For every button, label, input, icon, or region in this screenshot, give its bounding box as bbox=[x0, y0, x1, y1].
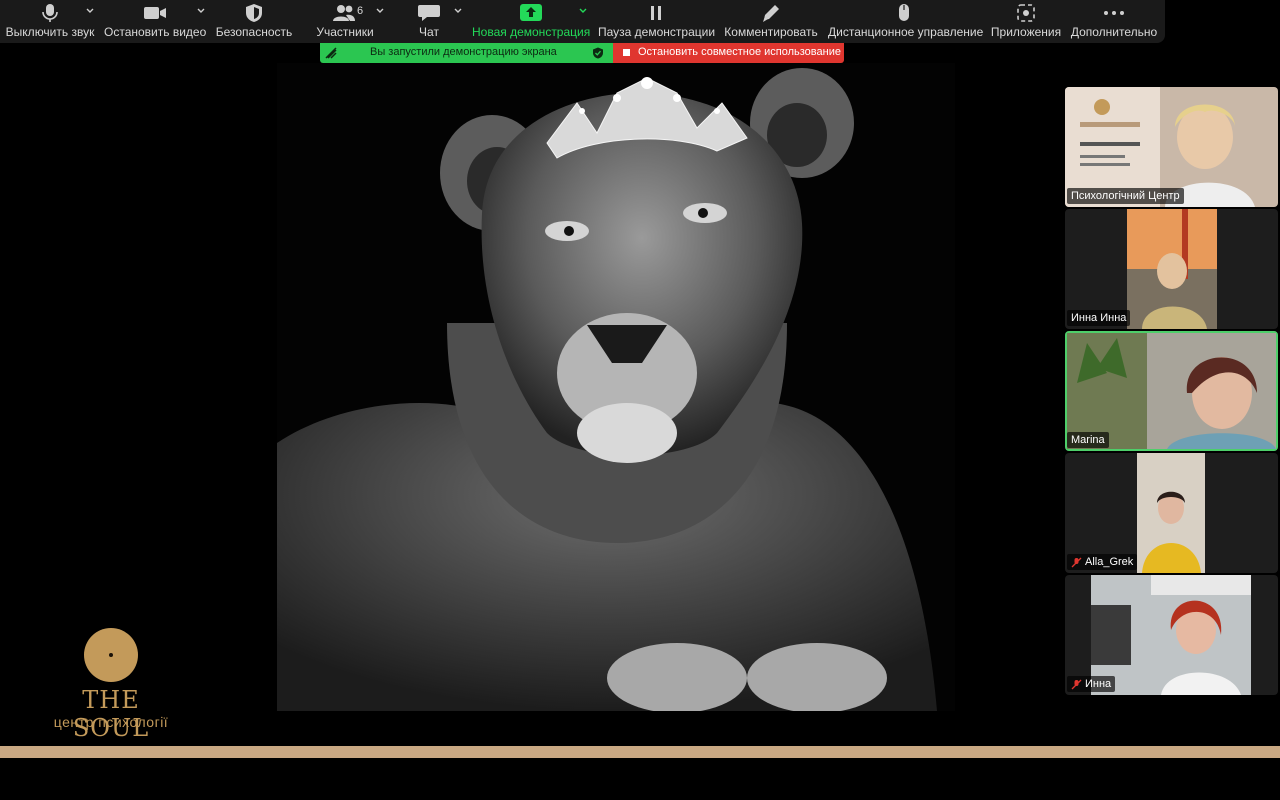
share-status-text: Вы запустили демонстрацию экрана bbox=[370, 46, 557, 58]
apps-icon bbox=[1014, 3, 1038, 23]
video-options-caret[interactable] bbox=[196, 6, 206, 16]
participants-label: Участники bbox=[316, 25, 374, 39]
stop-share-label: Остановить совместное использование bbox=[638, 46, 841, 58]
chat-options-caret[interactable] bbox=[453, 6, 463, 16]
pause-share-label: Пауза демонстрации bbox=[598, 25, 716, 39]
stop-share-button[interactable]: Остановить совместное использование bbox=[613, 43, 844, 63]
the-soul-logo: THE SOUL центр психології bbox=[40, 628, 190, 742]
muted-microphone-icon bbox=[1071, 679, 1082, 690]
stop-icon bbox=[623, 49, 630, 56]
stop-video-label: Остановить видео bbox=[104, 25, 207, 39]
annotate-button[interactable]: Комментировать bbox=[724, 0, 818, 43]
security-label: Безопасность bbox=[215, 25, 293, 39]
participant-name: Alla_Grek bbox=[1085, 556, 1134, 568]
participant-tile[interactable]: Психологічний Центр bbox=[1065, 87, 1278, 207]
new-share-button[interactable]: Новая демонстрация bbox=[472, 0, 590, 43]
mute-label: Выключить звук bbox=[5, 25, 95, 39]
lioness-image bbox=[277, 63, 955, 711]
participant-name: Инна Инна bbox=[1071, 312, 1127, 324]
participant-name-label: Marina bbox=[1067, 432, 1109, 448]
participant-name-label: Инна bbox=[1067, 676, 1116, 692]
logo-dot bbox=[109, 653, 113, 657]
pause-share-button[interactable]: Пауза демонстрации bbox=[598, 0, 716, 43]
participants-options-caret[interactable] bbox=[375, 6, 385, 16]
bottom-stripe bbox=[0, 746, 1280, 758]
more-button[interactable]: Дополнительно bbox=[1070, 0, 1158, 43]
logo-subtitle: центр психології bbox=[53, 714, 169, 730]
meeting-toolbar: Выключить звук Остановить видео Безопасн… bbox=[0, 0, 1165, 43]
share-banner: Вы запустили демонстрацию экрана Останов… bbox=[320, 43, 844, 63]
mute-options-caret[interactable] bbox=[85, 6, 95, 16]
participant-tile[interactable]: Инна bbox=[1065, 575, 1278, 695]
participant-name: Инна bbox=[1085, 678, 1112, 690]
microphone-icon bbox=[38, 3, 62, 23]
stop-video-button[interactable]: Остановить видео bbox=[104, 0, 206, 43]
security-button[interactable]: Безопасность bbox=[214, 0, 294, 43]
participant-video bbox=[1127, 209, 1217, 329]
new-share-label: Новая демонстрация bbox=[472, 25, 591, 39]
participant-name: Marina bbox=[1071, 434, 1105, 446]
more-dots-icon bbox=[1102, 3, 1126, 23]
participant-tile[interactable]: Alla_Grek bbox=[1065, 453, 1278, 573]
chat-button[interactable]: Чат bbox=[408, 0, 462, 43]
participant-tile[interactable]: Инна Инна bbox=[1065, 209, 1278, 329]
shield-icon bbox=[242, 3, 266, 23]
pause-icon bbox=[644, 3, 668, 23]
more-label: Дополнительно bbox=[1070, 25, 1158, 39]
video-camera-icon bbox=[143, 3, 167, 23]
chat-label: Чат bbox=[419, 25, 439, 39]
participants-icon bbox=[332, 3, 356, 23]
participants-count: 6 bbox=[357, 5, 364, 17]
shared-screen-content bbox=[277, 63, 955, 711]
participant-tile-active-speaker[interactable]: Marina bbox=[1065, 331, 1278, 451]
participant-name: Психологічний Центр bbox=[1071, 190, 1180, 202]
annotate-label: Комментировать bbox=[724, 25, 818, 39]
participant-name-label: Психологічний Центр bbox=[1067, 188, 1184, 204]
participants-button[interactable]: 6 Участники bbox=[310, 0, 384, 43]
grip-icon[interactable] bbox=[325, 47, 337, 59]
pencil-icon bbox=[759, 3, 783, 23]
participant-name-label: Инна Инна bbox=[1067, 310, 1131, 326]
muted-microphone-icon bbox=[1071, 557, 1082, 568]
participant-video bbox=[1137, 453, 1205, 573]
share-screen-icon bbox=[519, 3, 543, 23]
remote-control-label: Дистанционное управление bbox=[828, 25, 984, 39]
chat-bubble-icon bbox=[417, 3, 441, 23]
remote-control-button[interactable]: Дистанционное управление bbox=[828, 0, 984, 43]
apps-label: Приложения bbox=[990, 25, 1062, 39]
shield-check-icon bbox=[592, 47, 604, 59]
logo-circle-icon bbox=[84, 628, 138, 682]
mouse-icon bbox=[892, 3, 916, 23]
share-status: Вы запустили демонстрацию экрана bbox=[320, 43, 613, 63]
share-options-caret[interactable] bbox=[578, 6, 588, 16]
apps-button[interactable]: Приложения bbox=[990, 0, 1062, 43]
mute-button[interactable]: Выключить звук bbox=[0, 0, 100, 43]
participant-name-label: Alla_Grek bbox=[1067, 554, 1138, 570]
